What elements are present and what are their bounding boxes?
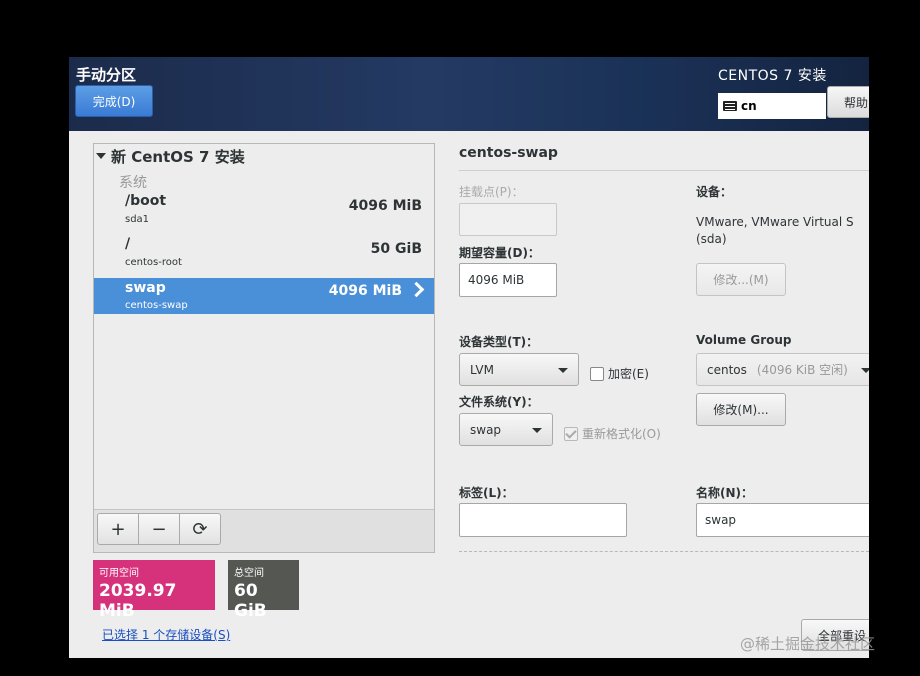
keyboard-layout-indicator[interactable]: cn: [718, 93, 826, 119]
chevron-right-icon: [408, 281, 425, 298]
divider: [459, 170, 869, 171]
expand-triangle-icon[interactable]: [96, 152, 106, 159]
partition-tree-panel: 新 CentOS 7 安装 系统 /boot sda1 4096 MiB / c…: [93, 143, 435, 553]
reformat-checkbox[interactable]: [564, 426, 578, 441]
partition-item-boot[interactable]: /boot sda1 4096 MiB: [94, 193, 434, 229]
partition-size: 4096 MiB: [348, 198, 422, 214]
available-space-value: 2039.97 MiB: [99, 581, 177, 621]
partition-detail-title: centos-swap: [459, 145, 558, 161]
name-input[interactable]: swap: [696, 503, 869, 537]
device-type-select[interactable]: LVM: [459, 353, 579, 386]
tree-root-label: 新 CentOS 7 安装: [111, 148, 245, 166]
name-label: 名称(N)：: [696, 486, 754, 500]
product-title: CENTOS 7 安装: [718, 68, 827, 84]
reformat-label: 重新格式化(O): [582, 427, 661, 441]
volume-group-select[interactable]: centos (4096 KiB 空闲): [696, 353, 869, 386]
partition-device: centos-swap: [125, 300, 188, 311]
partition-mount: /: [125, 236, 131, 252]
partition-item-root[interactable]: / centos-root 50 GiB: [94, 236, 434, 272]
encrypt-label: 加密(E): [608, 367, 649, 381]
filesystem-value: swap: [470, 422, 502, 437]
tree-root-item[interactable]: 新 CentOS 7 安装: [96, 146, 245, 167]
help-button[interactable]: 帮助: [827, 86, 869, 118]
partition-item-swap[interactable]: swap centos-swap 4096 MiB: [94, 278, 434, 314]
tag-label: 标签(L)：: [459, 486, 514, 500]
total-space-label: 总空间: [234, 568, 264, 579]
device-info: VMware, VMware Virtual S (sda): [696, 215, 854, 246]
device-type-value: LVM: [470, 362, 494, 377]
total-space-value: 60 GiB: [234, 581, 267, 621]
encrypt-checkbox[interactable]: [590, 366, 604, 381]
available-space-box: 可用空间 2039.97 MiB: [93, 560, 215, 621]
partition-device: sda1: [125, 214, 150, 225]
encrypt-checkbox-row[interactable]: 加密(E): [590, 365, 649, 382]
partition-mount: swap: [125, 280, 166, 296]
volume-group-name: centos: [707, 362, 747, 377]
partition-mount: /boot: [125, 193, 167, 209]
partition-size: 50 GiB: [370, 241, 422, 257]
remove-partition-button[interactable]: −: [138, 513, 180, 545]
add-partition-button[interactable]: +: [97, 513, 139, 545]
device-label: 设备：: [696, 185, 733, 199]
volume-group-free: (4096 KiB 空闲): [756, 363, 848, 377]
modify-volume-group-button[interactable]: 修改(M)...: [696, 393, 786, 426]
desired-capacity-input[interactable]: 4096 MiB: [459, 263, 557, 297]
watermark: @稀土掘金技术社区: [740, 635, 876, 653]
refresh-icon[interactable]: ⟳: [179, 513, 221, 545]
dropdown-arrow-icon: [558, 367, 568, 373]
desired-capacity-label: 期望容量(D)：: [459, 246, 540, 260]
modify-device-button[interactable]: 修改...(M): [696, 263, 786, 296]
section-label-system: 系统: [119, 175, 147, 191]
dropdown-arrow-icon: [532, 427, 542, 433]
page-title: 手动分区: [76, 66, 137, 84]
available-space-label: 可用空间: [99, 568, 139, 579]
storage-devices-link[interactable]: 已选择 1 个存储设备(S): [102, 626, 230, 643]
partition-toolbar: + − ⟳: [94, 509, 434, 552]
mount-point-input[interactable]: [459, 203, 557, 236]
keyboard-icon: [723, 101, 737, 111]
total-space-box: 总空间 60 GiB: [228, 560, 299, 621]
done-button[interactable]: 完成(D): [75, 85, 153, 117]
tag-input[interactable]: [459, 503, 627, 537]
divider: [459, 551, 869, 552]
device-type-label: 设备类型(T)：: [459, 335, 539, 349]
filesystem-select[interactable]: swap: [459, 413, 553, 446]
dropdown-arrow-icon: [861, 367, 869, 373]
partition-size: 4096 MiB: [328, 283, 402, 299]
keyboard-layout-label: cn: [741, 99, 757, 113]
filesystem-label: 文件系统(Y)：: [459, 395, 539, 409]
mount-point-label: 挂载点(P)：: [459, 185, 524, 199]
header-bar: 手动分区 完成(D) CENTOS 7 安装 cn 帮助: [69, 57, 869, 131]
volume-group-label: Volume Group: [696, 333, 792, 347]
partition-device: centos-root: [125, 257, 182, 268]
reformat-checkbox-row[interactable]: 重新格式化(O): [564, 425, 661, 442]
installer-screen: 手动分区 完成(D) CENTOS 7 安装 cn 帮助 新 CentOS 7 …: [69, 57, 869, 658]
